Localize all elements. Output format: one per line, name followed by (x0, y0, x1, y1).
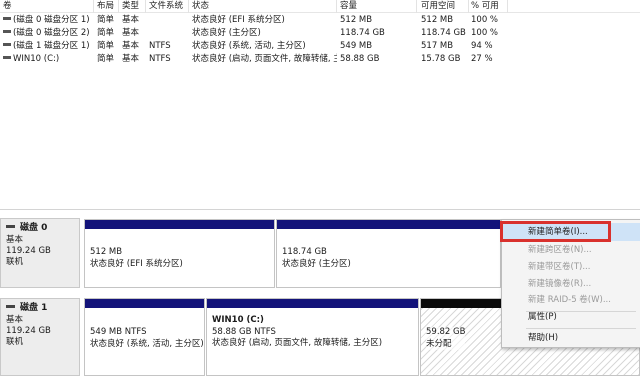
volume-icon (3, 30, 11, 33)
volume-name: WIN10 (C:) (13, 54, 60, 64)
volume-filesystem (146, 27, 189, 40)
volume-icon (3, 56, 11, 59)
volume-layout: 简单 (97, 15, 115, 25)
menu-item-new-raid5-volume[interactable]: 新建 RAID-5 卷(W)... (502, 291, 640, 309)
partition-volume-name: WIN10 (C:) (212, 315, 264, 325)
volume-name-cell: (磁盘 0 磁盘分区 1) (0, 14, 94, 27)
disk-1-title: 磁盘 1 (6, 303, 74, 314)
disk-0-type: 基本 (6, 235, 24, 245)
partition-size-fs: 549 MB NTFS (90, 327, 147, 337)
volume-filesystem: NTFS (149, 54, 171, 64)
column-header-percent-free[interactable]: % 可用 (468, 0, 508, 13)
disk-icon (6, 225, 15, 228)
volume-status: 状态良好 (EFI 系统分区) (192, 15, 285, 25)
partition-info: 59.82 GB 未分配 (426, 327, 466, 350)
volume-free-space: 517 MB (421, 41, 454, 51)
volume-capacity: 118.74 GB (340, 28, 385, 38)
volume-row[interactable]: (磁盘 0 磁盘分区 2) 简单 基本 状态良好 (主分区) 118.74 GB… (0, 27, 640, 40)
partition-info: 118.74 GB 状态良好 (主分区) (282, 247, 351, 270)
annotation-highlight-box (500, 221, 611, 242)
volume-percent-free: 27 % (471, 54, 493, 64)
volume-layout: 简单 (97, 28, 115, 38)
volume-percent-free: 94 % (471, 41, 493, 51)
volume-percent-free: 100 % (471, 15, 499, 25)
volume-status: 状态良好 (系统, 活动, 主分区) (192, 41, 306, 51)
disk-1-name: 磁盘 1 (20, 303, 48, 313)
volume-free-space: 512 MB (421, 15, 454, 25)
disk-0-title: 磁盘 0 (6, 223, 74, 234)
column-header-filesystem[interactable]: 文件系统 (146, 0, 189, 13)
volume-filesystem (146, 14, 189, 27)
volume-row[interactable]: WIN10 (C:) 简单 基本 NTFS 状态良好 (启动, 页面文件, 故障… (0, 53, 640, 66)
partition-bar (277, 220, 500, 229)
partition-bar (85, 220, 274, 229)
volume-type: 基本 (122, 41, 140, 51)
disk-0-label[interactable]: 磁盘 0 基本 119.24 GB 联机 (0, 218, 80, 288)
volume-capacity: 549 MB (340, 41, 373, 51)
volume-list-header: 卷 布局 类型 文件系统 状态 容量 可用空间 % 可用 (0, 0, 640, 13)
volume-type: 基本 (122, 54, 140, 64)
volume-name-cell: (磁盘 1 磁盘分区 1) (0, 40, 94, 53)
partition-size: 512 MB (90, 247, 123, 257)
volume-icon (3, 43, 11, 46)
volume-capacity: 512 MB (340, 15, 373, 25)
volume-icon (3, 17, 11, 20)
volume-free-space: 15.78 GB (421, 54, 461, 64)
volume-free-space: 118.74 GB (421, 28, 466, 38)
menu-item-new-striped-volume[interactable]: 新建带区卷(T)... (502, 258, 640, 276)
partition-status: 状态良好 (EFI 系统分区) (90, 258, 183, 269)
volume-status: 状态良好 (启动, 页面文件, 故障转储, 主分区) (192, 54, 337, 64)
disk-1-label[interactable]: 磁盘 1 基本 119.24 GB 联机 (0, 298, 80, 376)
partition-info: 549 MB NTFS 状态良好 (系统, 活动, 主分区) (90, 327, 204, 350)
volume-layout: 简单 (97, 54, 115, 64)
column-header-type[interactable]: 类型 (119, 0, 146, 13)
disk-1-state: 联机 (6, 337, 24, 347)
volume-name-cell: WIN10 (C:) (0, 53, 94, 66)
column-header-status[interactable]: 状态 (189, 0, 337, 13)
partition-status: 状态良好 (启动, 页面文件, 故障转储, 主分区) (212, 338, 383, 348)
partition-size: 118.74 GB (282, 247, 327, 257)
disk-0-partition-2[interactable]: 118.74 GB 状态良好 (主分区) (276, 219, 501, 288)
column-header-volume[interactable]: 卷 (0, 0, 94, 13)
volume-row[interactable]: (磁盘 1 磁盘分区 1) 简单 基本 NTFS 状态良好 (系统, 活动, 主… (0, 40, 640, 53)
menu-item-help[interactable]: 帮助(H) (502, 329, 640, 347)
volume-row[interactable]: (磁盘 0 磁盘分区 1) 简单 基本 状态良好 (EFI 系统分区) 512 … (0, 14, 640, 27)
volume-name: (磁盘 0 磁盘分区 2) (13, 28, 90, 38)
menu-item-properties[interactable]: 属性(P) (502, 308, 640, 326)
disk-0-state: 联机 (6, 257, 24, 267)
menu-item-new-spanned-volume[interactable]: 新建跨区卷(N)... (502, 241, 640, 259)
volume-type: 基本 (122, 15, 140, 25)
volume-filesystem: NTFS (149, 41, 171, 51)
volume-name-cell: (磁盘 0 磁盘分区 2) (0, 27, 94, 40)
partition-bar (85, 299, 204, 308)
volume-percent-free: 100 % (471, 28, 499, 38)
column-header-layout[interactable]: 布局 (94, 0, 119, 13)
column-header-capacity[interactable]: 容量 (337, 0, 417, 13)
partition-size-fs: 58.88 GB NTFS (212, 326, 276, 337)
volume-capacity: 58.88 GB (340, 54, 380, 64)
disk-1-size: 119.24 GB (6, 326, 51, 336)
partition-status: 状态良好 (主分区) (282, 258, 351, 269)
volume-status: 状态良好 (主分区) (192, 28, 261, 38)
partition-info: WIN10 (C:) 58.88 GB NTFS 状态良好 (启动, 页面文件,… (212, 315, 382, 350)
volume-type: 基本 (122, 28, 140, 38)
partition-info: 512 MB 状态良好 (EFI 系统分区) (90, 247, 183, 270)
volume-layout: 简单 (97, 41, 115, 51)
volume-name: (磁盘 0 磁盘分区 1) (13, 15, 90, 25)
partition-status: 状态良好 (系统, 活动, 主分区) (90, 338, 204, 349)
disk-icon (6, 305, 15, 308)
disk-0-size: 119.24 GB (6, 246, 51, 256)
disk-0-partition-1[interactable]: 512 MB 状态良好 (EFI 系统分区) (84, 219, 275, 288)
volume-name: (磁盘 1 磁盘分区 1) (13, 41, 90, 51)
disk-1-partition-1[interactable]: 549 MB NTFS 状态良好 (系统, 活动, 主分区) (84, 298, 205, 376)
disk-0-name: 磁盘 0 (20, 223, 48, 233)
unallocated-status: 未分配 (426, 338, 452, 349)
volume-list: 卷 布局 类型 文件系统 状态 容量 可用空间 % 可用 (磁盘 0 磁盘分区 … (0, 0, 640, 210)
disk-1-type: 基本 (6, 315, 24, 325)
disk-1-partition-c-drive[interactable]: WIN10 (C:) 58.88 GB NTFS 状态良好 (启动, 页面文件,… (206, 298, 419, 376)
column-header-free-space[interactable]: 可用空间 (418, 0, 469, 13)
unallocated-size: 59.82 GB (426, 327, 466, 337)
partition-bar (207, 299, 418, 308)
